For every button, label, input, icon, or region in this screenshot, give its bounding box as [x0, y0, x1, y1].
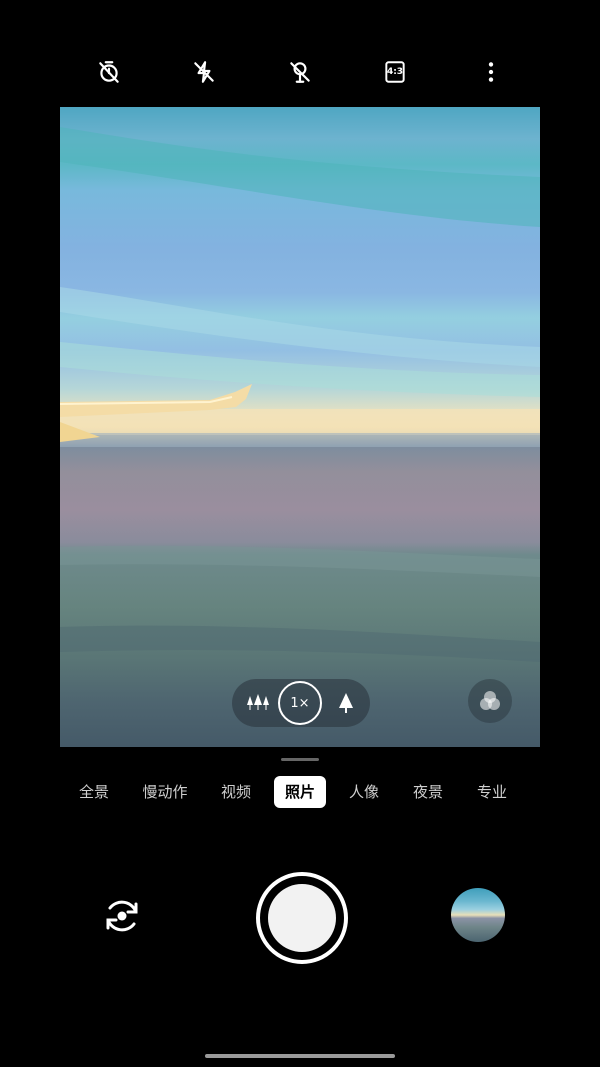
more-vertical-icon	[488, 62, 494, 82]
zoom-tele-button[interactable]	[326, 683, 366, 723]
gallery-thumbnail[interactable]	[451, 888, 505, 942]
zoom-wide-button[interactable]	[238, 683, 278, 723]
live-photo-off-icon	[290, 62, 310, 83]
flash-off-icon	[194, 61, 214, 83]
camera-mode-selector: 全景 慢动作 视频 照片 人像 夜景 专业	[0, 776, 600, 808]
mode-photo[interactable]: 照片	[274, 776, 326, 808]
home-indicator[interactable]	[205, 1054, 395, 1058]
live-photo-off-button[interactable]	[280, 52, 320, 92]
zoom-selector: 1×	[232, 679, 370, 727]
viewfinder-scene	[60, 127, 540, 662]
timer-off-button[interactable]	[89, 52, 129, 92]
filter-button[interactable]	[468, 679, 512, 723]
mode-video[interactable]: 视频	[216, 776, 256, 808]
zoom-level-label: 1×	[290, 695, 310, 711]
aspect-ratio-button[interactable]: 4:3	[375, 52, 415, 92]
flash-off-button[interactable]	[184, 52, 224, 92]
mode-slow-motion[interactable]: 慢动作	[138, 776, 192, 808]
camera-viewfinder[interactable]: 1×	[60, 107, 540, 747]
mode-portrait[interactable]: 人像	[344, 776, 384, 808]
filter-circles-icon	[480, 691, 500, 710]
mode-panorama[interactable]: 全景	[74, 776, 114, 808]
timer-off-icon	[99, 61, 119, 83]
top-toolbar: 4:3	[0, 52, 600, 92]
shutter-button[interactable]	[256, 872, 348, 964]
camera-switch-icon	[106, 900, 138, 932]
mode-night[interactable]: 夜景	[408, 776, 448, 808]
more-options-button[interactable]	[471, 52, 511, 92]
mode-drag-handle[interactable]	[281, 758, 319, 761]
wide-angle-trees-icon	[247, 694, 269, 710]
aspect-ratio-label: 4:3	[386, 67, 404, 77]
shutter-inner	[268, 884, 336, 952]
zoom-1x-button[interactable]: 1×	[278, 681, 322, 725]
camera-switch-button[interactable]	[99, 893, 145, 939]
telephoto-tree-icon	[339, 693, 353, 713]
mode-pro[interactable]: 专业	[472, 776, 512, 808]
